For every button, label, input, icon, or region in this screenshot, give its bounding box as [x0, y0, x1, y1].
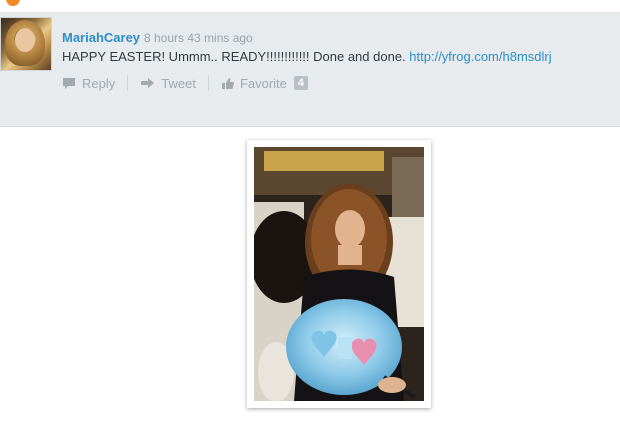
- tweet-timestamp[interactable]: 8 hours 43 mins ago: [144, 31, 253, 45]
- retweet-label: Tweet: [161, 75, 196, 91]
- reply-label: Reply: [82, 75, 116, 91]
- tweet-actions: Reply Tweet Favorite 4: [62, 74, 309, 92]
- action-divider: [127, 75, 129, 91]
- retweet-button[interactable]: Tweet: [140, 76, 196, 91]
- speech-bubble-icon: [63, 77, 75, 89]
- notification-dot-icon: [6, 0, 20, 6]
- photo-image: [254, 147, 424, 401]
- reply-button[interactable]: Reply: [62, 76, 115, 91]
- thumbs-up-icon: [221, 77, 234, 89]
- top-bar: [0, 0, 620, 13]
- favorite-label: Favorite: [239, 75, 287, 91]
- arrow-right-icon: [141, 78, 155, 88]
- username-link[interactable]: MariahCarey: [62, 30, 140, 45]
- action-divider: [207, 75, 209, 91]
- tweet-text-body: HAPPY EASTER! Ummm.. READY!!!!!!!!!!!! D…: [62, 49, 410, 64]
- avatar[interactable]: [0, 17, 52, 71]
- favorite-button[interactable]: Favorite 4: [221, 75, 309, 91]
- tweet-link[interactable]: http://yfrog.com/h8msdlrj: [409, 49, 551, 64]
- avatar-face: [15, 28, 35, 52]
- tweet-photo[interactable]: [247, 140, 431, 408]
- favorite-count-badge: 4: [293, 76, 309, 90]
- tweet-text: HAPPY EASTER! Ummm.. READY!!!!!!!!!!!! D…: [62, 49, 552, 64]
